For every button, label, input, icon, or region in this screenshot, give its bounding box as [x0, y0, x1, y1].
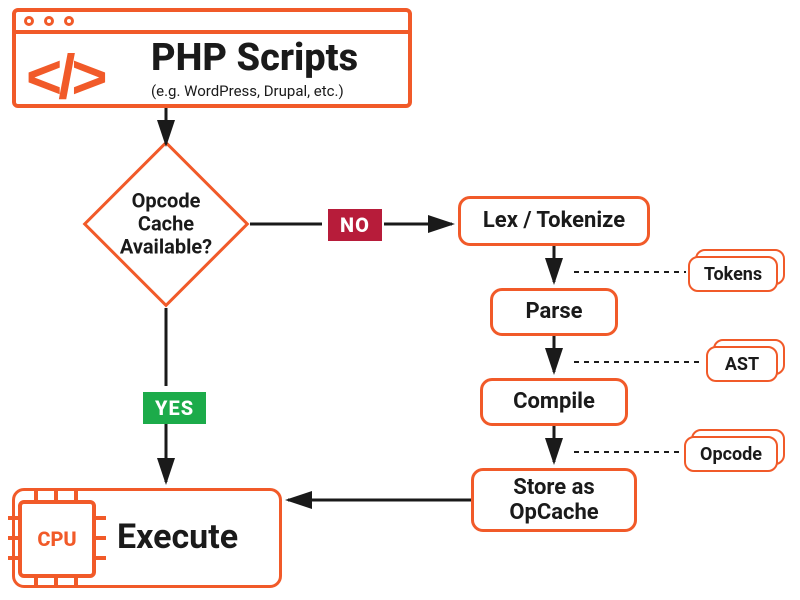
cpu-pin-icon — [96, 536, 106, 540]
cpu-pin-icon — [74, 490, 78, 500]
cpu-pin-icon — [8, 556, 18, 560]
cpu-icon: CPU — [18, 500, 96, 578]
node-lex: Lex / Tokenize — [458, 196, 650, 246]
chrome-dot-icon — [44, 16, 54, 26]
artifact-ast: AST — [706, 346, 778, 382]
cpu-pin-icon — [34, 490, 38, 500]
window-chrome — [16, 12, 408, 34]
cpu-pin-icon — [74, 578, 78, 588]
php-scripts-box: </> PHP Scripts (e.g. WordPress, Drupal,… — [12, 8, 412, 108]
node-parse: Parse — [490, 288, 618, 336]
node-store: Store as OpCache — [471, 468, 637, 532]
badge-yes: YES — [143, 392, 206, 424]
chrome-dot-icon — [24, 16, 34, 26]
code-icon: </> — [26, 42, 104, 113]
decision-opcode-cache: Opcode Cache Available? — [86, 144, 246, 304]
cpu-pin-icon — [8, 536, 18, 540]
chrome-dot-icon — [64, 16, 74, 26]
cpu-pin-icon — [8, 516, 18, 520]
badge-no: NO — [328, 209, 382, 241]
cpu-pin-icon — [54, 490, 58, 500]
header-title: PHP Scripts — [151, 36, 358, 80]
execute-label: Execute — [117, 518, 238, 557]
cpu-pin-icon — [34, 578, 38, 588]
cpu-pin-icon — [54, 578, 58, 588]
cpu-label: CPU — [37, 527, 76, 551]
decision-label: Opcode Cache Available? — [120, 190, 212, 259]
cpu-pin-icon — [96, 556, 106, 560]
artifact-opcode: Opcode — [684, 436, 778, 472]
header-subtitle: (e.g. WordPress, Drupal, etc.) — [151, 82, 344, 100]
artifact-tokens: Tokens — [688, 256, 778, 292]
cpu-pin-icon — [96, 516, 106, 520]
node-compile: Compile — [480, 378, 628, 426]
